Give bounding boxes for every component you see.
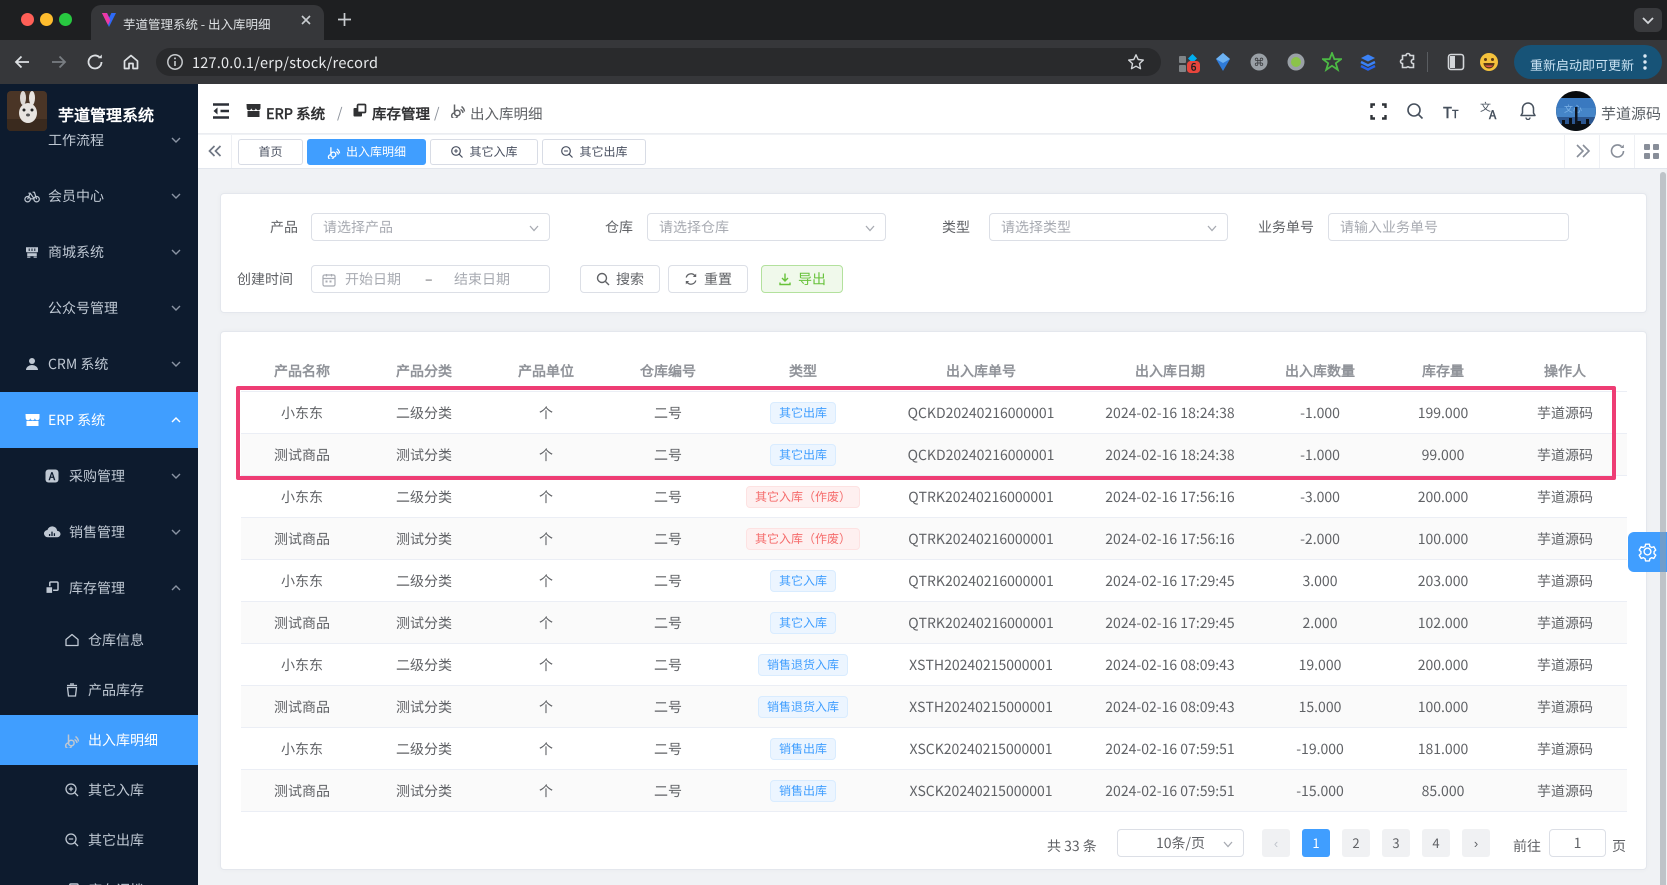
svg-text:⌘: ⌘ [1254, 54, 1265, 70]
svg-text:A: A [1488, 106, 1497, 120]
svg-text:文心: 文心 [1564, 102, 1582, 115]
svg-text:6: 6 [1191, 59, 1197, 74]
svg-text:A: A [48, 469, 56, 484]
